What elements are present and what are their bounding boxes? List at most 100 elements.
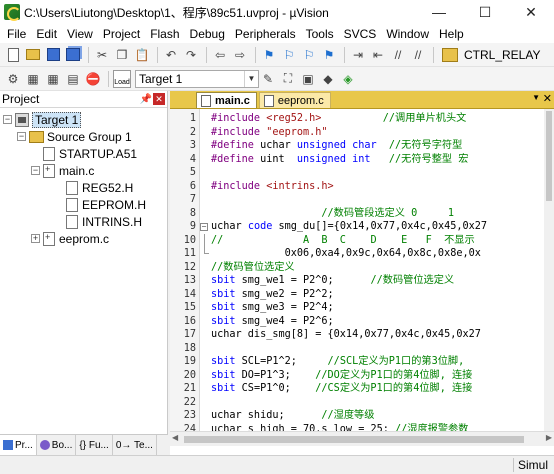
open-file-icon[interactable]: [24, 46, 42, 64]
collapse-icon[interactable]: −: [31, 166, 40, 175]
save-icon[interactable]: [44, 46, 62, 64]
code-line[interactable]: 10 // A B C D E F 不显示: [170, 233, 554, 247]
next-bookmark-icon[interactable]: ⚐: [300, 46, 318, 64]
menu-tools[interactable]: Tools: [301, 27, 339, 41]
code-line[interactable]: 21 sbit CS=P1^0; //CS定义为P1口的第4位脚, 连接: [170, 382, 554, 396]
build-icon[interactable]: ▦: [24, 70, 42, 88]
new-file-icon[interactable]: [4, 46, 22, 64]
code-line[interactable]: 18: [170, 342, 554, 356]
code-line[interactable]: 13 sbit smg_we1 = P2^0; //数码管位选定义: [170, 274, 554, 288]
code-line[interactable]: 19 sbit SCL=P1^2; //SCL定义为P1口的第3位脚,: [170, 355, 554, 369]
indent-icon[interactable]: ⇥: [349, 46, 367, 64]
scroll-left-icon[interactable]: ◀: [172, 433, 178, 442]
collapse-icon[interactable]: −: [3, 115, 12, 124]
menu-window[interactable]: Window: [381, 27, 434, 41]
tree-item-eeprom-c[interactable]: + eeprom.c: [0, 230, 167, 247]
code-line[interactable]: 16 sbit smg_we4 = P2^6;: [170, 315, 554, 329]
code-line[interactable]: 7: [170, 193, 554, 207]
code-line[interactable]: 8 //数码管段选定义 0 1: [170, 207, 554, 221]
code-line[interactable]: 23 uchar shidu; //湿度等级: [170, 409, 554, 423]
bookmark-icon[interactable]: ⚑: [260, 46, 278, 64]
vertical-scrollbar[interactable]: [544, 109, 554, 431]
expand-icon[interactable]: +: [31, 234, 40, 243]
navigate-forward-icon[interactable]: ⇨: [231, 46, 249, 64]
code-line[interactable]: 20 sbit DO=P1^3; //DO定义为P1口的第4位脚, 连接: [170, 369, 554, 383]
code-line[interactable]: 1 #include <reg52.h> //调用单片机头文: [170, 112, 554, 126]
paste-icon[interactable]: 📋: [133, 46, 151, 64]
file-extensions-icon[interactable]: ▣: [299, 70, 317, 88]
rebuild-icon[interactable]: ▦: [44, 70, 62, 88]
collapse-icon[interactable]: −: [17, 132, 26, 141]
minimize-button[interactable]: —: [416, 0, 462, 24]
uncomment-icon[interactable]: //: [409, 46, 427, 64]
download-load-button[interactable]: Load: [113, 69, 131, 88]
comment-icon[interactable]: //: [389, 46, 407, 64]
code-line[interactable]: 5: [170, 166, 554, 180]
translate-icon[interactable]: ⚙: [4, 70, 22, 88]
code-line[interactable]: 22: [170, 396, 554, 410]
tab-books[interactable]: Bo...: [37, 435, 77, 455]
tree-item-include[interactable]: INTRINS.H: [0, 213, 167, 230]
code-line[interactable]: 3 #define uchar unsigned char //无符号字符型: [170, 139, 554, 153]
menu-view[interactable]: View: [62, 27, 98, 41]
code-line[interactable]: 9− uchar code smg_du[]={0x14,0x77,0x4c,0x…: [170, 220, 554, 234]
close-button[interactable]: ✕: [508, 0, 554, 24]
code-line[interactable]: 2 #include "eeprom.h": [170, 126, 554, 140]
run-time-environment-icon[interactable]: ◈: [339, 70, 357, 88]
scroll-thumb[interactable]: [184, 436, 524, 443]
maximize-button[interactable]: ☐: [462, 0, 508, 24]
code-line[interactable]: 12 //数码管位选定义: [170, 261, 554, 275]
pin-icon[interactable]: 📌: [139, 94, 153, 105]
tab-list-arrow-icon[interactable]: ▼: [532, 93, 540, 102]
menu-flash[interactable]: Flash: [145, 27, 184, 41]
tree-item-include[interactable]: EEPROM.H: [0, 196, 167, 213]
menu-file[interactable]: File: [2, 27, 31, 41]
tree-item-main-c[interactable]: − main.c: [0, 162, 167, 179]
menu-help[interactable]: Help: [434, 27, 469, 41]
clear-bookmarks-icon[interactable]: ⚑: [320, 46, 338, 64]
menu-project[interactable]: Project: [98, 27, 145, 41]
cut-icon[interactable]: ✂: [93, 46, 111, 64]
tab-project[interactable]: Pr...: [0, 435, 37, 455]
prev-bookmark-icon[interactable]: ⚐: [280, 46, 298, 64]
save-all-icon[interactable]: [64, 46, 82, 64]
close-panel-icon[interactable]: ✕: [153, 93, 165, 105]
code-line[interactable]: 15 sbit smg_we3 = P2^4;: [170, 301, 554, 315]
tree-item-target[interactable]: − Target 1: [0, 111, 167, 128]
menu-edit[interactable]: Edit: [31, 27, 62, 41]
code-line[interactable]: 14 sbit smg_we2 = P2^2;: [170, 288, 554, 302]
redo-icon[interactable]: ↷: [182, 46, 200, 64]
navigate-back-icon[interactable]: ⇦: [211, 46, 229, 64]
tab-main-c[interactable]: main.c: [196, 92, 257, 108]
code-line[interactable]: 6 #include <intrins.h>: [170, 180, 554, 194]
tab-functions[interactable]: {} Fu...: [76, 435, 113, 455]
menu-debug[interactable]: Debug: [185, 27, 230, 41]
fold-collapse-icon[interactable]: −: [200, 223, 208, 231]
target-options-icon[interactable]: ✎: [259, 70, 277, 88]
scroll-right-icon[interactable]: ▶: [546, 433, 552, 442]
unindent-icon[interactable]: ⇤: [369, 46, 387, 64]
tab-eeprom-c[interactable]: eeprom.c: [258, 92, 331, 108]
tree-item-startup[interactable]: STARTUP.A51: [0, 145, 167, 162]
select-packs-icon[interactable]: ◆: [319, 70, 337, 88]
menu-peripherals[interactable]: Peripherals: [230, 27, 301, 41]
close-tab-icon[interactable]: ✕: [543, 92, 552, 105]
find-in-files-combo[interactable]: CTRL_RELAY: [442, 47, 540, 62]
tab-templates[interactable]: 0→ Te...: [113, 435, 157, 455]
code-line[interactable]: 4 #define uint unsigned int //无符号整型 宏: [170, 153, 554, 167]
manage-components-icon[interactable]: ⛶: [279, 70, 297, 88]
uvision-app-icon: [4, 4, 21, 21]
batch-build-icon[interactable]: ▤: [64, 70, 82, 88]
code-line[interactable]: 24 uchar s_high = 70,s_low = 25; //湿度报警参数: [170, 423, 554, 432]
code-line[interactable]: 17 uchar dis_smg[8] = {0x14,0x77,0x4c,0x4…: [170, 328, 554, 342]
undo-icon[interactable]: ↶: [162, 46, 180, 64]
menu-svcs[interactable]: SVCS: [339, 27, 382, 41]
target-select[interactable]: Target 1 ▼: [135, 69, 259, 88]
code-line[interactable]: 11 0x06,0xa4,0x9c,0x64,0x8c,0x8e,0x: [170, 247, 554, 261]
horizontal-scrollbar[interactable]: ◀ ▶: [170, 431, 554, 446]
code-area[interactable]: 1 #include <reg52.h> //调用单片机头文 2 #include "…: [170, 109, 554, 431]
tree-item-source-group[interactable]: − Source Group 1: [0, 128, 167, 145]
stop-build-icon[interactable]: ⛔: [84, 70, 102, 88]
copy-icon[interactable]: ❐: [113, 46, 131, 64]
tree-item-include[interactable]: REG52.H: [0, 179, 167, 196]
